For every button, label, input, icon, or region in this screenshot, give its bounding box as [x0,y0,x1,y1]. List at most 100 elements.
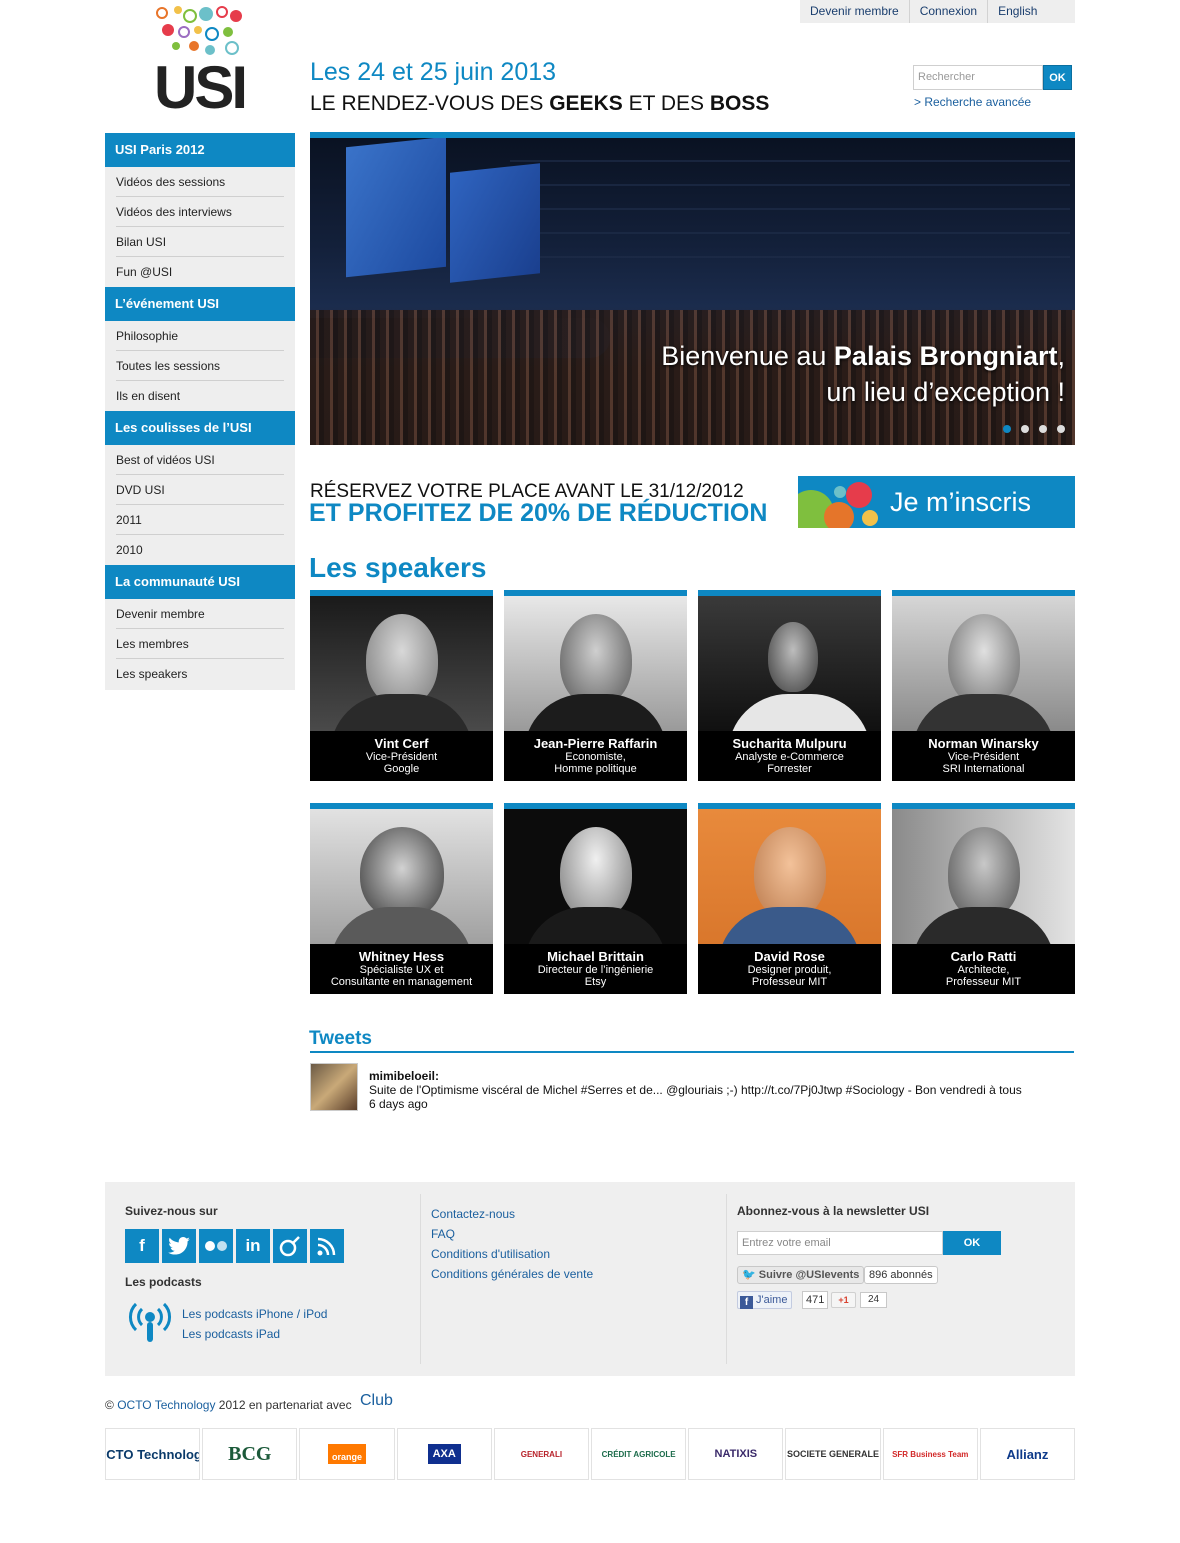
bubble-icon [824,502,854,528]
partner-logo-natixis[interactable]: NATIXIS [688,1428,784,1480]
sidebar-section-usi-paris-2012[interactable]: USI Paris 2012 [105,133,295,167]
speaker-photo [504,596,687,754]
search-button[interactable]: OK [1043,65,1072,90]
logo-text: USI [154,54,248,121]
speaker-org: Professeur MIT [751,976,828,988]
sidebar-item-philosophie[interactable]: Philosophie [116,321,284,351]
social-links: f in [125,1229,344,1263]
slide-indicators [1003,425,1065,433]
sidebar-item-members[interactable]: Les membres [116,629,284,659]
hero-slideshow[interactable]: Bienvenue au Palais Brongniart, un lieu … [310,132,1075,445]
google-plus-button[interactable]: +1 [831,1292,856,1308]
sidebar-section-evenement[interactable]: L’événement USI [105,287,295,321]
sidebar-item-2011[interactable]: 2011 [116,505,284,535]
usi-logo[interactable]: USI [150,4,250,121]
hero-screen [450,163,540,283]
partner-logo-credit-agricole[interactable]: CRÉDIT AGRICOLE [591,1428,687,1480]
bird-icon: 🐦 [742,1269,756,1281]
speaker-org: Etsy [584,976,607,988]
slide-dot[interactable] [1039,425,1047,433]
tweet-text: Suite de l'Optimisme viscéral de Michel … [369,1083,1022,1097]
topnav-english[interactable]: English [988,0,1047,23]
newsletter-submit-button[interactable]: OK [943,1231,1001,1255]
rss-icon[interactable] [310,1229,344,1263]
speaker-card[interactable]: David Rose Designer produit, Professeur … [698,803,881,994]
speaker-name: Vint Cerf [374,736,429,751]
advanced-search-link[interactable]: > Recherche avancée [914,95,1031,109]
hero-caption-venue: Palais Brongniart [833,341,1058,371]
tagline-boss: BOSS [709,92,770,115]
sidebar-item-all-sessions[interactable]: Toutes les sessions [116,351,284,381]
tweets-title: Tweets [309,1028,373,1049]
speaker-caption: Norman Winarsky Vice-Président SRI Inter… [892,731,1075,781]
sidebar-item-testimonials[interactable]: Ils en disent [116,381,284,411]
sidebar-section-communaute[interactable]: La communauté USI [105,565,295,599]
sidebar-item-dvd[interactable]: DVD USI [116,475,284,505]
slide-dot[interactable] [1021,425,1029,433]
signup-button[interactable]: Je m’inscris [798,476,1075,528]
topnav-login[interactable]: Connexion [910,0,989,23]
speaker-name: Whitney Hess [358,949,445,964]
sidebar-item-bilan[interactable]: Bilan USI [116,227,284,257]
speaker-role: Architecte, [957,964,1010,976]
speaker-card[interactable]: Vint Cerf Vice-Président Google [310,590,493,781]
sidebar-item-2010[interactable]: 2010 [116,535,284,565]
footer-link-terms[interactable]: Conditions d'utilisation [431,1247,550,1261]
sidebar-item-become-member[interactable]: Devenir membre [116,599,284,629]
tweet-avatar[interactable] [310,1063,358,1111]
partner-logo-allianz[interactable]: Allianz [979,1428,1076,1480]
linkedin-icon[interactable]: in [236,1229,270,1263]
speaker-photo [504,809,687,967]
facebook-icon[interactable]: f [125,1229,159,1263]
sidebar-item-session-videos[interactable]: Vidéos des sessions [116,167,284,197]
flickr-icon[interactable] [199,1229,233,1263]
partner-logos: OCTO Technology BCG orange AXA GENERALI … [105,1428,1076,1480]
sidebar-section-coulisses[interactable]: Les coulisses de l’USI [105,411,295,445]
speaker-head [560,827,632,919]
twitter-follow-label: Suivre @USIevents [758,1269,860,1281]
speaker-card[interactable]: Whitney Hess Spécialiste UX et Consultan… [310,803,493,994]
octo-link[interactable]: OCTO Technology [117,1398,215,1412]
tweet-username[interactable]: mimibeloeil: [369,1069,439,1083]
footer-link-sales-terms[interactable]: Conditions générales de vente [431,1267,593,1281]
sidebar-item-interview-videos[interactable]: Vidéos des interviews [116,197,284,227]
like-label: J'aime [756,1294,788,1306]
speaker-card[interactable]: Norman Winarsky Vice-Président SRI Inter… [892,590,1075,781]
facebook-icon: f [740,1296,753,1309]
topnav-become-member[interactable]: Devenir membre [800,0,910,23]
sidebar-item-speakers[interactable]: Les speakers [116,659,284,689]
partner-logo-generali[interactable]: GENERALI [493,1428,590,1480]
slide-dot[interactable] [1003,425,1011,433]
tweet-timestamp[interactable]: 6 days ago [369,1097,428,1111]
club-logo[interactable]: Club [360,1392,393,1410]
search-input[interactable]: Rechercher [913,65,1043,90]
partner-logo-societe-generale[interactable]: SOCIETE GENERALE [785,1428,881,1480]
tagline-part: LE RENDEZ-VOUS DES [310,92,550,115]
podcast-iphone-link[interactable]: Les podcasts iPhone / iPod [182,1307,327,1321]
speaker-head [948,827,1020,919]
footer-link-faq[interactable]: FAQ [431,1227,455,1241]
partner-logo-octo[interactable]: OCTO Technology [105,1428,201,1480]
twitter-icon[interactable] [162,1229,196,1263]
speaker-caption: Sucharita Mulpuru Analyste e-Commerce Fo… [698,731,881,781]
event-tagline: LE RENDEZ-VOUS DES GEEKS ET DES BOSS [310,92,769,116]
partner-logo-bcg[interactable]: BCG [202,1428,298,1480]
speaker-card[interactable]: Sucharita Mulpuru Analyste e-Commerce Fo… [698,590,881,781]
partner-logo-orange[interactable]: orange [299,1428,395,1480]
viadeo-icon[interactable] [273,1229,307,1263]
newsletter-email-input[interactable]: Entrez votre email [737,1231,943,1255]
twitter-follow-button[interactable]: 🐦 Suivre @USIevents [737,1266,865,1284]
sidebar-item-fun[interactable]: Fun @USI [116,257,284,287]
speaker-card[interactable]: Jean-Pierre Raffarin Economiste, Homme p… [504,590,687,781]
facebook-like-button[interactable]: f J'aime [737,1291,793,1309]
partner-logo-axa[interactable]: AXA [396,1428,492,1480]
partner-logo-sfr[interactable]: SFR Business Team [882,1428,978,1480]
speaker-card[interactable]: Michael Brittain Directeur de l’ingénier… [504,803,687,994]
sidebar-item-best-of-videos[interactable]: Best of vidéos USI [116,445,284,475]
speaker-card[interactable]: Carlo Ratti Architecte, Professeur MIT [892,803,1075,994]
tweets-divider [310,1051,1074,1053]
footer-link-contact[interactable]: Contactez-nous [431,1207,515,1221]
slide-dot[interactable] [1057,425,1065,433]
hero-screen [346,138,446,278]
podcast-ipad-link[interactable]: Les podcasts iPad [182,1327,280,1341]
